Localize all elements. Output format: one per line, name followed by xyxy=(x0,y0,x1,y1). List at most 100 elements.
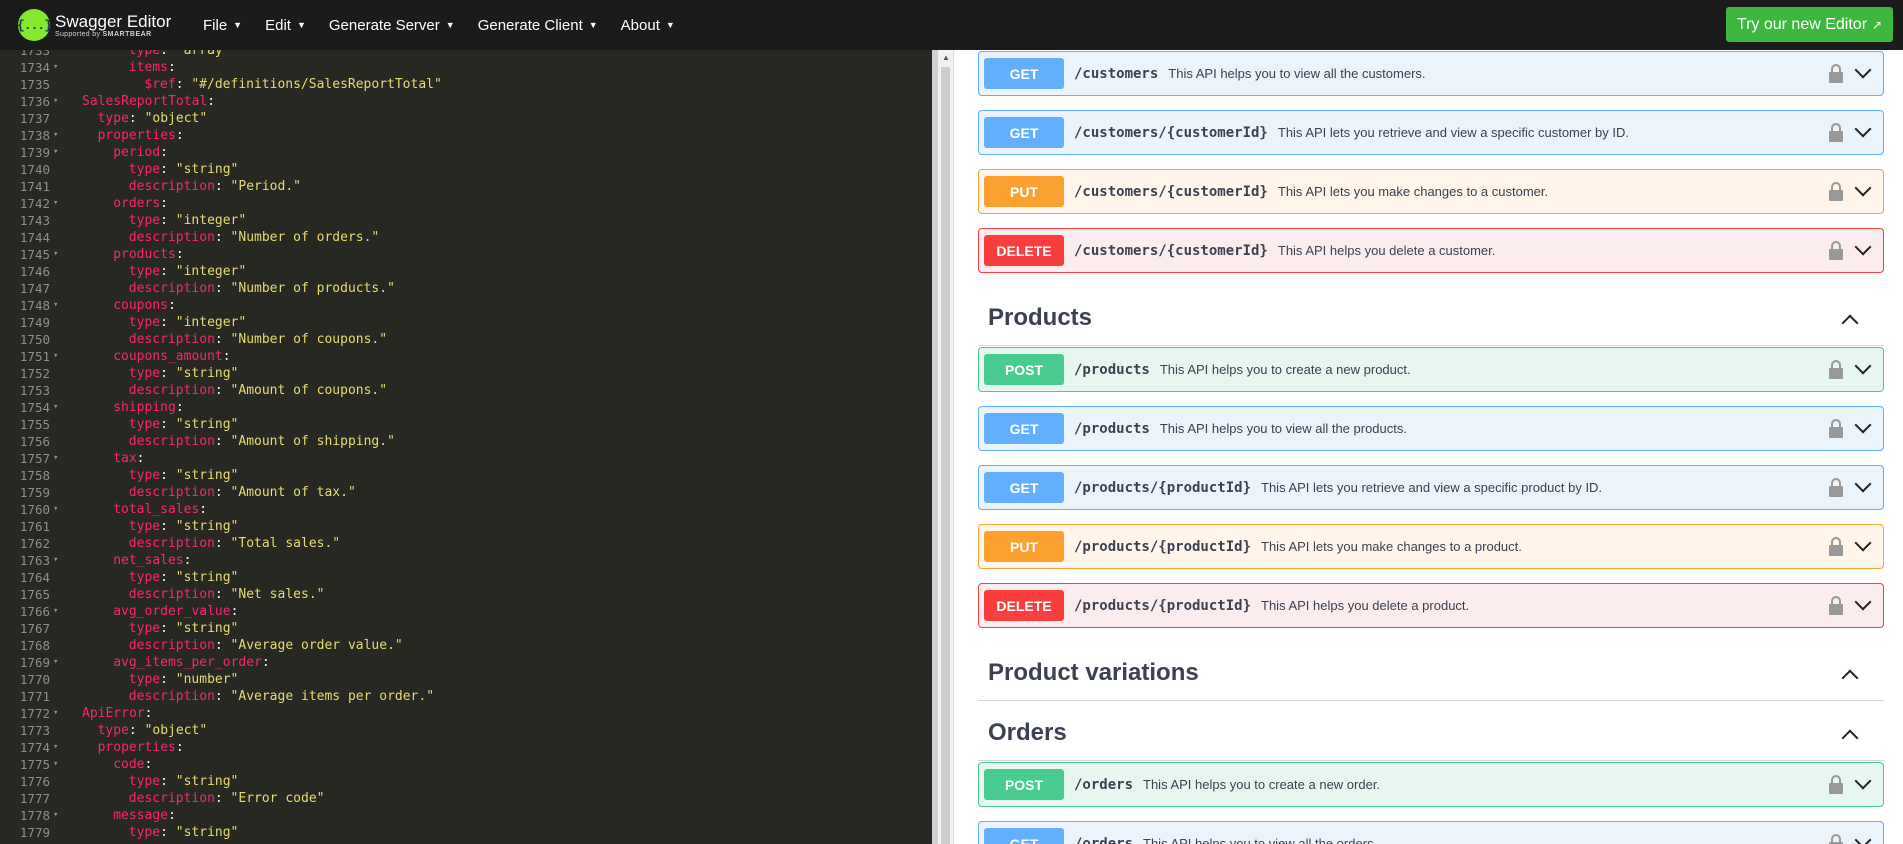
fold-toggle-icon[interactable]: ▾ xyxy=(53,144,58,161)
lock-icon[interactable] xyxy=(1829,123,1843,143)
fold-toggle-icon[interactable]: ▾ xyxy=(53,756,58,773)
code-line[interactable]: 1757 ▾ tax: xyxy=(0,450,932,467)
lock-icon[interactable] xyxy=(1829,478,1843,498)
fold-toggle-icon[interactable]: ▾ xyxy=(53,399,58,416)
code-line[interactable]: 1739 ▾ period: xyxy=(0,144,932,161)
code-line[interactable]: 1759 description: "Amount of tax." xyxy=(0,484,932,501)
operation-put[interactable]: PUT/products/{productId} This API lets yo… xyxy=(978,524,1884,569)
chevron-down-icon[interactable] xyxy=(1853,124,1873,138)
operation-get[interactable]: GET/customers/{customerId} This API lets … xyxy=(978,110,1884,155)
code-line[interactable]: 1748 ▾ coupons: xyxy=(0,297,932,314)
code-line[interactable]: 1746 type: "integer" xyxy=(0,263,932,280)
chevron-up-icon[interactable] xyxy=(1840,729,1860,743)
fold-toggle-icon[interactable]: ▾ xyxy=(53,739,58,756)
code-line[interactable]: 1776 type: "string" xyxy=(0,773,932,790)
code-line[interactable]: 1758 type: "string" xyxy=(0,467,932,484)
menu-generate-server[interactable]: Generate Server ▼ xyxy=(329,17,455,34)
fold-toggle-icon[interactable]: ▾ xyxy=(53,501,58,518)
chevron-down-icon[interactable] xyxy=(1853,479,1873,493)
code-line[interactable]: 1743 type: "integer" xyxy=(0,212,932,229)
code-line[interactable]: 1747 description: "Number of products." xyxy=(0,280,932,297)
code-line[interactable]: 1733 type: "array" xyxy=(0,50,932,59)
chevron-up-icon[interactable] xyxy=(1840,669,1860,683)
operation-get[interactable]: GET/products/{productId} This API lets yo… xyxy=(978,465,1884,510)
code-line[interactable]: 1754 ▾ shipping: xyxy=(0,399,932,416)
operation-get[interactable]: GET/orders This API helps you to view all… xyxy=(978,821,1884,844)
chevron-down-icon[interactable] xyxy=(1853,776,1873,790)
code-line[interactable]: 1744 description: "Number of orders." xyxy=(0,229,932,246)
code-line[interactable]: 1737 type: "object" xyxy=(0,110,932,127)
code-line[interactable]: 1735 $ref: "#/definitions/SalesReportTota… xyxy=(0,76,932,93)
code-line[interactable]: 1736 ▾ SalesReportTotal: xyxy=(0,93,932,110)
code-line[interactable]: 1761 type: "string" xyxy=(0,518,932,535)
fold-toggle-icon[interactable]: ▾ xyxy=(53,59,58,76)
menu-about[interactable]: About ▼ xyxy=(621,17,675,34)
code-line[interactable]: 1774 ▾ properties: xyxy=(0,739,932,756)
code-line[interactable]: 1752 type: "string" xyxy=(0,365,932,382)
code-line[interactable]: 1762 description: "Total sales." xyxy=(0,535,932,552)
code-line[interactable]: 1738 ▾ properties: xyxy=(0,127,932,144)
fold-toggle-icon[interactable]: ▾ xyxy=(53,654,58,671)
chevron-down-icon[interactable] xyxy=(1853,65,1873,79)
chevron-down-icon[interactable] xyxy=(1853,183,1873,197)
code-line[interactable]: 1772 ▾ ApiError: xyxy=(0,705,932,722)
chevron-down-icon[interactable] xyxy=(1853,835,1873,844)
chevron-down-icon[interactable] xyxy=(1853,242,1873,256)
tag-section-header[interactable]: Products xyxy=(978,292,1884,346)
scrollbar-thumb[interactable] xyxy=(941,67,950,844)
lock-icon[interactable] xyxy=(1829,834,1843,844)
fold-toggle-icon[interactable]: ▾ xyxy=(53,807,58,824)
operation-put[interactable]: PUT/customers/{customerId} This API lets … xyxy=(978,169,1884,214)
chevron-up-icon[interactable] xyxy=(1840,314,1860,328)
code-line[interactable]: 1771 description: "Average items per orde… xyxy=(0,688,932,705)
try-new-editor-button[interactable]: Try our new Editor ↗ xyxy=(1726,7,1893,42)
fold-toggle-icon[interactable]: ▾ xyxy=(53,603,58,620)
scroll-up-icon[interactable]: ▲ xyxy=(942,53,950,62)
code-line[interactable]: 1779 type: "string" xyxy=(0,824,932,841)
code-line[interactable]: 1766 ▾ avg_order_value: xyxy=(0,603,932,620)
operation-post[interactable]: POST/products This API helps you to creat… xyxy=(978,347,1884,392)
fold-toggle-icon[interactable]: ▾ xyxy=(53,450,58,467)
code-line[interactable]: 1745 ▾ products: xyxy=(0,246,932,263)
lock-icon[interactable] xyxy=(1829,775,1843,795)
lock-icon[interactable] xyxy=(1829,182,1843,202)
fold-toggle-icon[interactable]: ▾ xyxy=(53,297,58,314)
code-line[interactable]: 1765 description: "Net sales." xyxy=(0,586,932,603)
operation-get[interactable]: GET/products This API helps you to view a… xyxy=(978,406,1884,451)
code-line[interactable]: 1777 description: "Error code" xyxy=(0,790,932,807)
swagger-logo[interactable]: {...} Swagger Editor Supported by SMARTB… xyxy=(17,9,188,41)
code-line[interactable]: 1751 ▾ coupons_amount: xyxy=(0,348,932,365)
fold-toggle-icon[interactable]: ▾ xyxy=(53,552,58,569)
code-line[interactable]: 1740 type: "string" xyxy=(0,161,932,178)
code-line[interactable]: 1741 description: "Period." xyxy=(0,178,932,195)
fold-toggle-icon[interactable]: ▾ xyxy=(53,195,58,212)
code-line[interactable]: 1749 type: "integer" xyxy=(0,314,932,331)
code-line[interactable]: 1750 description: "Number of coupons." xyxy=(0,331,932,348)
code-line[interactable]: 1742 ▾ orders: xyxy=(0,195,932,212)
code-line[interactable]: 1769 ▾ avg_items_per_order: xyxy=(0,654,932,671)
operation-post[interactable]: POST/orders This API helps you to create … xyxy=(978,762,1884,807)
operation-get[interactable]: GET/customers This API helps you to view … xyxy=(978,51,1884,96)
lock-icon[interactable] xyxy=(1829,596,1843,616)
fold-toggle-icon[interactable]: ▾ xyxy=(53,348,58,365)
fold-toggle-icon[interactable]: ▾ xyxy=(53,93,58,110)
code-line[interactable]: 1767 type: "string" xyxy=(0,620,932,637)
code-line[interactable]: 1755 type: "string" xyxy=(0,416,932,433)
lock-icon[interactable] xyxy=(1829,537,1843,557)
code-line[interactable]: 1763 ▾ net_sales: xyxy=(0,552,932,569)
chevron-down-icon[interactable] xyxy=(1853,538,1873,552)
chevron-down-icon[interactable] xyxy=(1853,597,1873,611)
code-line[interactable]: 1734 ▾ items: xyxy=(0,59,932,76)
code-line[interactable]: 1760 ▾ total_sales: xyxy=(0,501,932,518)
lock-icon[interactable] xyxy=(1829,64,1843,84)
operation-delete[interactable]: DELETE/products/{productId} This API help… xyxy=(978,583,1884,628)
code-line[interactable]: 1778 ▾ message: xyxy=(0,807,932,824)
tag-section-header[interactable]: Product variations xyxy=(978,647,1884,701)
fold-toggle-icon[interactable]: ▾ xyxy=(53,246,58,263)
code-line[interactable]: 1775 ▾ code: xyxy=(0,756,932,773)
lock-icon[interactable] xyxy=(1829,419,1843,439)
code-line[interactable]: 1773 type: "object" xyxy=(0,722,932,739)
code-line[interactable]: 1756 description: "Amount of shipping." xyxy=(0,433,932,450)
chevron-down-icon[interactable] xyxy=(1853,420,1873,434)
tag-section-header[interactable]: Orders xyxy=(978,707,1884,761)
